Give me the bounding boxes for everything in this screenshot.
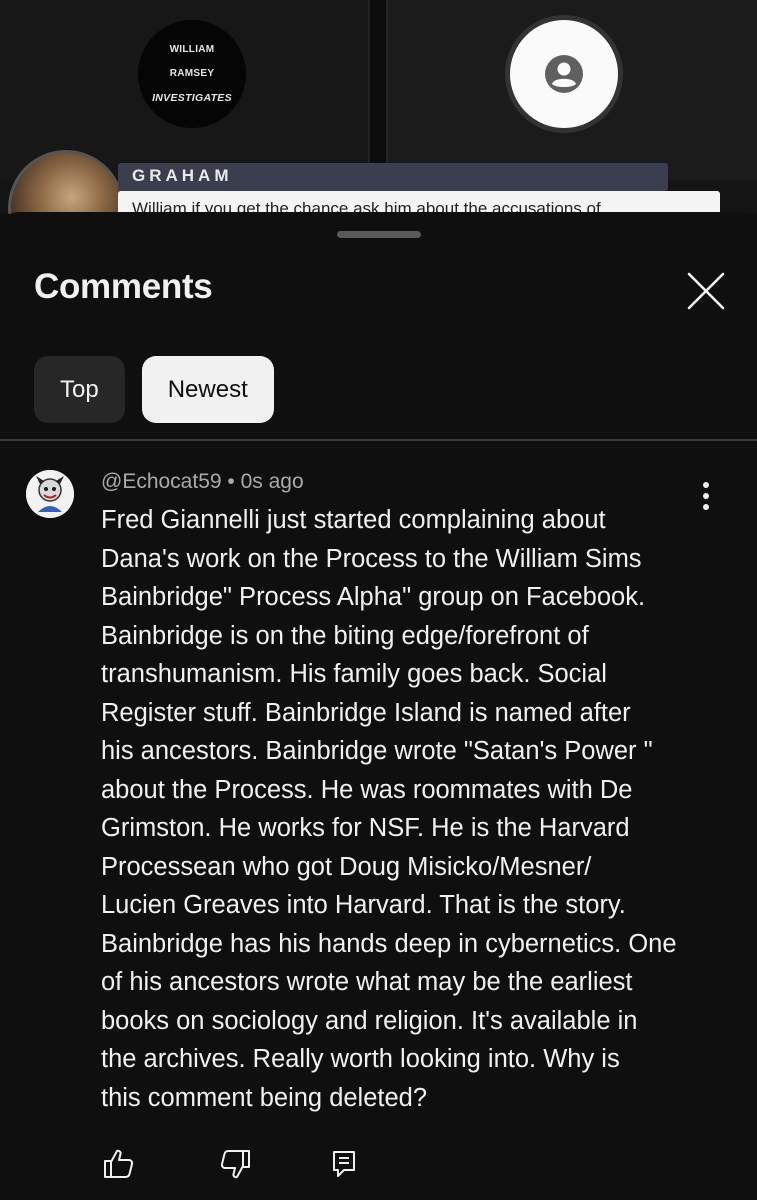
logo-line-1: WILLIAM (169, 43, 215, 55)
sort-chips: Top Newest (34, 356, 274, 423)
dislike-button[interactable] (218, 1146, 254, 1182)
meta-separator: • (227, 470, 235, 493)
guest-avatar (505, 15, 623, 133)
cartoon-avatar-icon (26, 470, 74, 518)
reply-icon (333, 1151, 355, 1177)
comment-time: 0s ago (240, 470, 304, 493)
comment-text: Fred Giannelli just started complaining … (101, 506, 677, 1112)
reply-button[interactable] (326, 1146, 362, 1182)
comment-actions (100, 1146, 362, 1182)
screen: WILLIAM RAMSEY INVESTIGATES GRAHAM Willi… (0, 0, 757, 1200)
drag-handle[interactable] (337, 231, 421, 238)
comment-meta: @Echocat59 • 0s ago (101, 470, 304, 494)
logo-line-2: RAMSEY (169, 67, 215, 79)
like-button[interactable] (100, 1146, 136, 1182)
thumbs-up-icon (104, 1149, 134, 1178)
person-icon (545, 55, 583, 93)
comment-author-avatar[interactable] (26, 470, 74, 518)
close-button[interactable] (683, 268, 729, 314)
thumbs-down-icon (220, 1150, 250, 1179)
overlay-name: GRAHAM (132, 166, 233, 185)
comments-sheet: Comments Top Newest @Echocat59 • 0s ago … (0, 212, 757, 1200)
channel-logo: WILLIAM RAMSEY INVESTIGATES (138, 20, 246, 128)
chip-top[interactable]: Top (34, 356, 125, 423)
comment-author[interactable]: @Echocat59 (101, 470, 222, 493)
video-player[interactable]: WILLIAM RAMSEY INVESTIGATES GRAHAM Willi… (0, 0, 757, 214)
chip-newest[interactable]: Newest (141, 356, 274, 423)
close-icon (687, 272, 725, 310)
divider (0, 439, 757, 441)
overlay-message-box: William if you get the chance ask him ab… (118, 191, 720, 214)
sheet-title: Comments (34, 267, 213, 306)
logo-line-3: INVESTIGATES (152, 91, 232, 104)
